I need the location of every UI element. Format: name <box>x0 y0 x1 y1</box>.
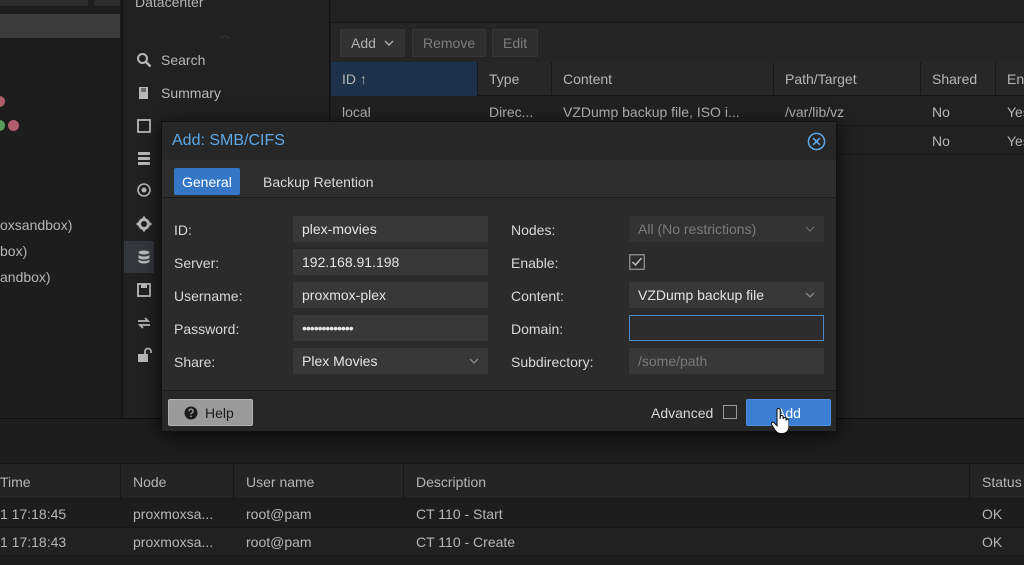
hand-cursor-icon <box>771 408 789 435</box>
password-field[interactable]: ••••••••••••• <box>293 315 488 341</box>
dialog-form: ID: plex-movies Server: 192.168.91.198 U… <box>162 199 836 390</box>
password-label: Password: <box>174 321 240 337</box>
chevron-down-icon <box>805 292 815 298</box>
nodes-label: Nodes: <box>511 222 556 238</box>
id-label: ID: <box>174 222 192 238</box>
tab-general[interactable]: General <box>174 168 240 195</box>
dialog-titlebar[interactable]: Add: SMB/CIFS <box>162 122 836 160</box>
subdirectory-label: Subdirectory: <box>511 354 594 370</box>
help-button[interactable]: Help <box>168 399 253 426</box>
advanced-label: Advanced <box>651 405 714 421</box>
add-smb-cifs-dialog: Add: SMB/CIFS General Backup Retention I… <box>161 121 837 432</box>
domain-label: Domain: <box>511 321 564 337</box>
subdirectory-field[interactable]: /some/path <box>629 348 824 374</box>
enable-label: Enable: <box>511 255 559 271</box>
id-field[interactable]: plex-movies <box>293 216 488 242</box>
nodes-select[interactable]: All (No restrictions) <box>629 216 824 242</box>
content-select[interactable]: VZDump backup file <box>629 282 824 308</box>
server-field[interactable]: 192.168.91.198 <box>293 249 488 275</box>
chevron-down-icon <box>469 358 479 364</box>
content-label: Content: <box>511 288 564 304</box>
content-select-value: VZDump backup file <box>638 287 765 303</box>
question-circle-icon <box>184 406 198 419</box>
share-select-value: Plex Movies <box>302 353 378 369</box>
help-button-label: Help <box>205 404 234 421</box>
advanced-checkbox[interactable] <box>723 405 737 419</box>
enable-checkbox[interactable] <box>629 254 645 270</box>
chevron-down-icon <box>805 226 815 232</box>
dialog-tabs: General Backup Retention <box>162 160 836 198</box>
dialog-title: Add: SMB/CIFS <box>172 132 285 149</box>
close-icon[interactable] <box>807 132 826 151</box>
tab-backup-retention[interactable]: Backup Retention <box>255 168 382 195</box>
username-field[interactable]: proxmox-plex <box>293 282 488 308</box>
nodes-select-value: All (No restrictions) <box>638 221 757 237</box>
dialog-footer: Help Advanced Add <box>162 390 836 431</box>
username-label: Username: <box>174 288 243 304</box>
share-label: Share: <box>174 354 216 370</box>
share-select[interactable]: Plex Movies <box>293 348 488 374</box>
domain-field[interactable] <box>629 315 824 341</box>
server-label: Server: <box>174 255 220 271</box>
